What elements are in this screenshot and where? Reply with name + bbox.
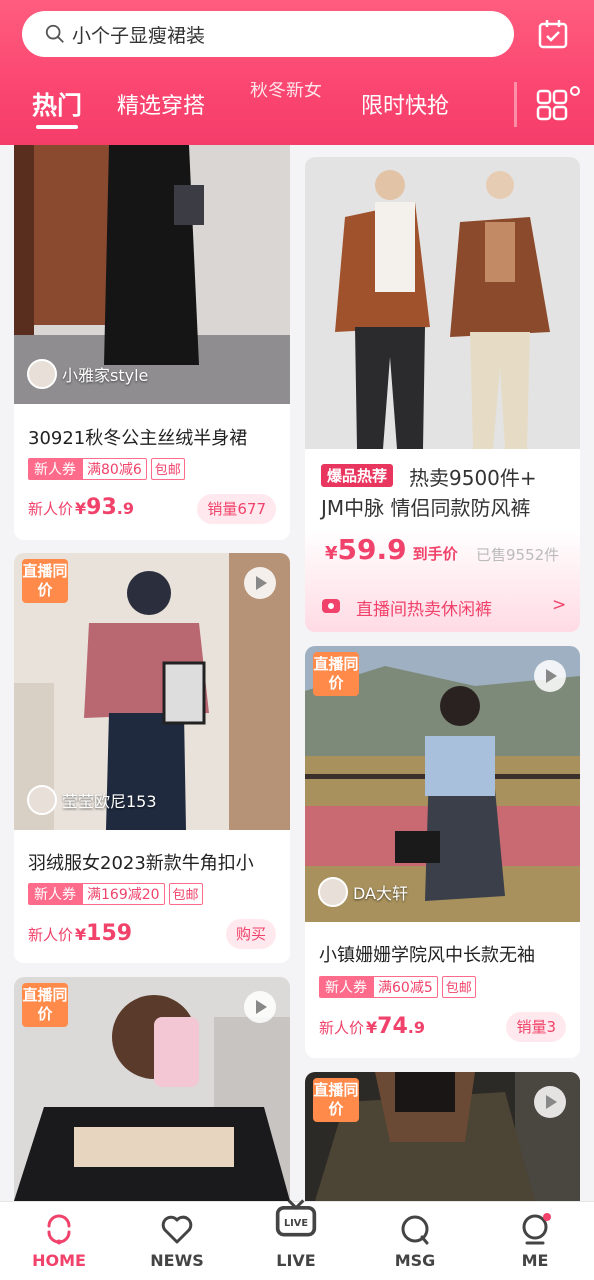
coupon-tag: 新人券 [28, 458, 82, 480]
tab-divider [514, 82, 517, 127]
currency-symbol: ¥ [75, 925, 87, 944]
product-card[interactable]: 直播同价 [305, 1072, 580, 1201]
nav-label: LIVE [276, 1251, 316, 1270]
avatar [318, 877, 348, 907]
sales-count: 销量677 [197, 494, 276, 524]
price-label: 新人价 [28, 926, 74, 944]
live-tv-icon: LIVE [275, 1199, 317, 1237]
price: ¥ 59.9 到手价 [323, 533, 458, 566]
tab-flash-sale[interactable]: 限时快抢 [361, 88, 449, 120]
author-tag[interactable]: DA大轩 [318, 877, 408, 907]
price-integer: 74 [377, 1014, 408, 1039]
nav-msg[interactable]: MSG [356, 1202, 474, 1280]
chevron-right-icon: > [552, 595, 567, 615]
coupon-rule: 满60减5 [373, 976, 438, 998]
search-bar[interactable]: 小个子显瘦裙装 [22, 11, 514, 57]
price-integer: 159 [86, 921, 133, 946]
play-icon[interactable] [244, 567, 276, 599]
shipping-tag: 包邮 [441, 976, 476, 998]
bottom-navigation: HOME NEWS LIVE LIVE MSG ME [0, 1199, 594, 1280]
currency-symbol: ¥ [366, 1018, 378, 1037]
price-suffix: 到手价 [412, 545, 458, 563]
currency-symbol: ¥ [75, 499, 87, 518]
live-same-price-badge: 直播同价 [22, 983, 68, 1027]
avatar [27, 359, 57, 389]
price-label: 新人价 [319, 1019, 365, 1037]
nav-me[interactable]: ME [476, 1202, 594, 1280]
heart-icon [161, 1215, 193, 1244]
live-same-price-badge: 直播同价 [313, 1078, 359, 1122]
tab-selected-outfits[interactable]: 精选穿搭 [117, 88, 205, 120]
hot-pick-badge: 爆品热荐 [321, 464, 394, 487]
price-value: 59.9 [337, 533, 407, 566]
sold-count: 已售9552件 [476, 546, 560, 564]
tab-autumn-winter[interactable]: 秋冬新女装 [250, 82, 322, 124]
category-tabs: 热门 精选穿搭 秋冬新女装 限时快抢 [0, 82, 594, 132]
shipping-tag: 包邮 [150, 458, 185, 480]
nav-label: NEWS [150, 1251, 204, 1270]
nav-label: MSG [394, 1251, 436, 1270]
play-icon[interactable] [534, 660, 566, 692]
promo-product-card[interactable]: 爆品热荐 热卖9500件+ JM中脉 情侣同款防风裤 ¥ 59.9 到手价 已售… [305, 157, 580, 632]
coupon-rule: 满169减20 [82, 883, 165, 905]
live-camera-icon [322, 599, 340, 613]
price-decimal: .9 [407, 1018, 425, 1037]
coupon-row: 新人券 满60减5 包邮 [319, 976, 476, 998]
price: 新人价 ¥ 74 .9 [319, 1014, 425, 1039]
product-card[interactable]: 直播同价 莹莹欧尼153 羽绒服女2023新款牛角扣小 新人券 满169减20 … [14, 553, 290, 963]
live-room-banner[interactable]: 直播间热卖休闲裤 > [305, 589, 580, 624]
coupon-row: 新人券 满169减20 包邮 [28, 883, 203, 905]
avatar [27, 785, 57, 815]
person-icon [522, 1213, 551, 1245]
coupon-tag: 新人券 [319, 976, 373, 998]
product-card[interactable]: 直播同价 [14, 977, 290, 1201]
nav-label: ME [521, 1251, 549, 1270]
author-name: DA大轩 [353, 884, 408, 903]
product-image [305, 157, 580, 449]
calendar-check-icon[interactable] [537, 18, 569, 50]
home-icon [47, 1214, 71, 1245]
nav-live[interactable]: LIVE LIVE [237, 1199, 355, 1280]
coupon-row: 新人券 满80减6 包邮 [28, 458, 185, 480]
product-title: 羽绒服女2023新款牛角扣小 [28, 853, 254, 874]
live-same-price-badge: 直播同价 [313, 652, 359, 696]
notification-dot [570, 86, 580, 96]
play-icon[interactable] [534, 1086, 566, 1118]
live-same-price-badge: 直播同价 [22, 559, 68, 603]
product-title: 30921秋冬公主丝绒半身裙 [28, 428, 248, 449]
nav-home[interactable]: HOME [0, 1202, 118, 1280]
price-decimal: .9 [116, 499, 134, 518]
product-title: 小镇姗姗学院风中长款无袖 [319, 945, 535, 966]
active-tab-underline [36, 125, 78, 129]
product-title-line2: JM中脉 情侣同款防风裤 [321, 496, 531, 520]
search-icon [45, 24, 64, 43]
product-card[interactable]: 直播同价 DA大轩 小镇姗姗学院风中长款无袖 新人券 满60减5 包邮 新人价 … [305, 646, 580, 1058]
play-icon[interactable] [244, 991, 276, 1023]
price-label: 新人价 [28, 500, 74, 518]
shipping-tag: 包邮 [168, 883, 203, 905]
live-banner-text: 直播间热卖休闲裤 [356, 600, 492, 620]
top-header: 小个子显瘦裙装 热门 精选穿搭 秋冬新女装 限时快抢 [0, 0, 594, 145]
price: 新人价 ¥ 93 .9 [28, 495, 134, 520]
author-tag[interactable]: 莹莹欧尼153 [27, 785, 157, 815]
search-placeholder: 小个子显瘦裙装 [72, 24, 206, 47]
nav-label: HOME [32, 1251, 86, 1270]
price: 新人价 ¥ 159 [28, 921, 132, 946]
product-title-line1: 热卖9500件+ [409, 466, 537, 490]
grid-menu-icon[interactable] [535, 88, 569, 122]
nav-news[interactable]: NEWS [118, 1202, 236, 1280]
author-name: 小雅家style [62, 366, 149, 385]
svg-text:LIVE: LIVE [284, 1218, 308, 1229]
product-card[interactable]: 小雅家style 30921秋冬公主丝绒半身裙 新人券 满80减6 包邮 新人价… [14, 145, 290, 540]
currency-symbol: ¥ [325, 543, 338, 564]
coupon-rule: 满80减6 [82, 458, 147, 480]
tab-hot[interactable]: 热门 [32, 86, 82, 122]
coupon-tag: 新人券 [28, 883, 82, 905]
sales-count: 销量3 [506, 1012, 566, 1042]
author-name: 莹莹欧尼153 [62, 792, 157, 811]
chat-bubble-icon [401, 1215, 429, 1245]
author-tag[interactable]: 小雅家style [27, 359, 148, 389]
buy-button[interactable]: 购买 [225, 919, 276, 949]
price-integer: 93 [86, 495, 117, 520]
